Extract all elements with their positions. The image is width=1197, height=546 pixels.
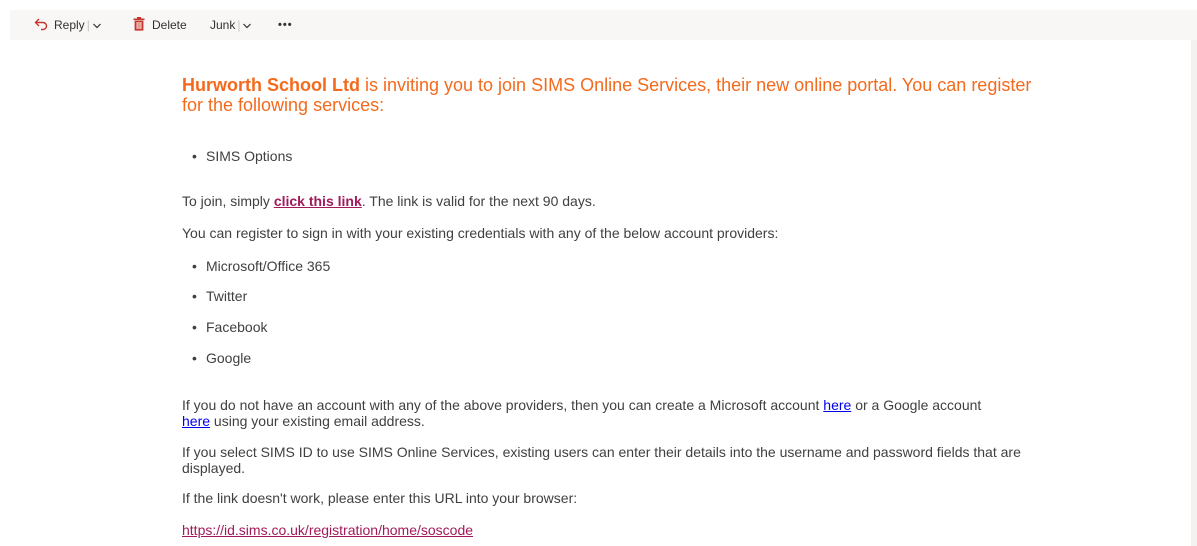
provider-item: Microsoft/Office 365 [192,258,330,274]
school-name: Hurworth School Ltd [182,75,360,95]
registration-url-link[interactable]: https://id.sims.co.uk/registration/home/… [182,522,473,538]
link-fail-paragraph: If the link doesn't work, please enter t… [182,490,578,506]
invitation-headline: Hurworth School Ltd is inviting you to j… [182,75,1042,115]
microsoft-account-link[interactable]: here [823,397,851,413]
reply-label: Reply [54,18,85,32]
no-account-paragraph: If you do not have an account with any o… [182,397,1012,429]
toolbar-separator: | [237,18,241,32]
delete-label: Delete [152,18,187,32]
join-prefix: To join, simply [182,193,274,209]
reply-button[interactable]: Reply | [34,10,102,40]
no-account-text: using your existing email address. [210,413,425,429]
join-paragraph: To join, simply click this link. The lin… [182,193,596,209]
trash-icon [133,16,145,34]
no-account-text: or a Google account [851,397,982,413]
registration-url-paragraph: https://id.sims.co.uk/registration/home/… [182,522,473,538]
provider-item: Facebook [192,319,268,335]
reply-arrow-icon [34,17,48,34]
provider-item: Google [192,350,251,366]
more-actions-button[interactable]: ••• [278,10,293,40]
service-item: SIMS Options [192,148,292,164]
delete-button[interactable]: Delete [133,10,187,40]
google-account-link[interactable]: here [182,413,210,429]
junk-dropdown-chevron-icon[interactable] [242,20,252,30]
junk-label: Junk [210,18,236,32]
registration-link[interactable]: click this link [274,193,362,209]
message-toolbar: Reply | Delete Junk | ••• [10,10,1197,40]
no-account-text: If you do not have an account with any o… [182,397,824,413]
reply-dropdown-chevron-icon[interactable] [92,20,102,30]
junk-button[interactable]: Junk | [210,10,252,40]
more-ellipsis-icon: ••• [278,19,293,31]
register-paragraph: You can register to sign in with your ex… [182,225,779,241]
scrollbar[interactable] [1191,40,1197,546]
sims-id-paragraph: If you select SIMS ID to use SIMS Online… [182,444,1021,476]
toolbar-separator: | [86,18,90,32]
join-suffix: . The link is valid for the next 90 days… [361,193,596,209]
provider-item: Twitter [192,288,247,304]
